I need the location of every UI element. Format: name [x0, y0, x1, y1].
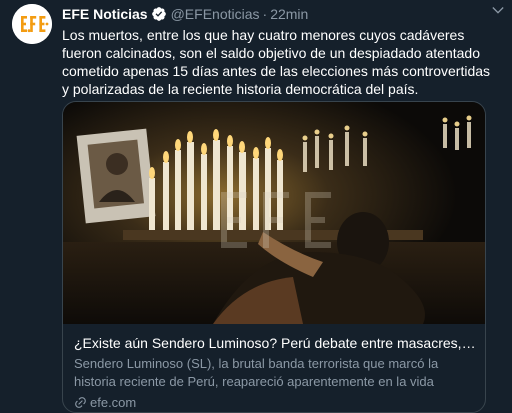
timestamp[interactable]: 22min	[270, 6, 308, 22]
card-info[interactable]: ¿Existe aún Sendero Luminoso? Perú debat…	[74, 334, 478, 412]
display-name[interactable]: EFE Noticias	[62, 6, 148, 22]
tweet-header: EFE Noticias @EFEnoticias · 22min	[62, 5, 308, 23]
chevron-down-icon[interactable]	[490, 2, 506, 18]
card-title[interactable]: ¿Existe aún Sendero Luminoso? Perú debat…	[74, 334, 478, 353]
card-description: Sendero Luminoso (SL), la brutal banda t…	[74, 356, 439, 389]
portrait-frame	[76, 128, 156, 224]
tweet-text: Los muertos, entre los que hay cuatro me…	[62, 27, 491, 97]
avatar[interactable]	[12, 4, 52, 44]
verified-badge-icon	[151, 6, 167, 26]
link-icon	[74, 396, 87, 412]
link-card[interactable]: ¿Existe aún Sendero Luminoso? Perú debat…	[62, 101, 486, 413]
efe-logo-icon	[12, 4, 52, 44]
card-domain[interactable]: efe.com	[74, 394, 478, 412]
card-domain-text: efe.com	[90, 395, 137, 410]
tweet[interactable]: EFE Noticias @EFEnoticias · 22min Los muert…	[0, 0, 512, 413]
separator-dot: ·	[262, 6, 268, 22]
handle[interactable]: @EFEnoticias	[171, 6, 260, 22]
card-photo[interactable]	[63, 102, 485, 324]
